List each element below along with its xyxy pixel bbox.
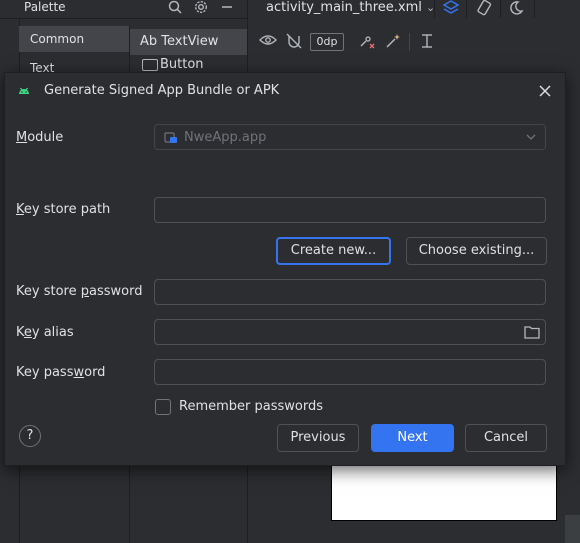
dialog-title: Generate Signed App Bundle or APK [44, 83, 280, 98]
chevron-down-icon [526, 130, 536, 144]
module-label: Module [16, 130, 64, 145]
tab-divider [434, 0, 435, 18]
toolbar-divider [409, 33, 410, 51]
default-margin-field[interactable]: 0dp [310, 33, 344, 51]
keystore-password-field[interactable] [154, 279, 546, 305]
eye-icon[interactable] [259, 33, 277, 51]
settings-icon[interactable] [193, 0, 209, 16]
module-value: NweApp.app [184, 130, 267, 145]
close-icon[interactable] [536, 83, 554, 101]
magic-wand-icon[interactable] [384, 33, 402, 51]
palette-title: Palette [24, 0, 66, 14]
guidelines-icon[interactable] [418, 33, 436, 51]
remember-passwords-label[interactable]: Remember passwords [179, 399, 323, 414]
magnet-off-icon[interactable] [285, 33, 303, 51]
key-alias-label: Key alias [16, 325, 74, 340]
create-new-button[interactable]: Create new... [276, 237, 391, 265]
category-common[interactable]: Common [19, 26, 129, 52]
tab-divider [534, 0, 535, 18]
scrollbar[interactable] [565, 515, 580, 543]
button-widget-icon [142, 59, 158, 71]
module-icon [164, 130, 178, 144]
search-icon[interactable] [167, 0, 183, 16]
keystore-path-label: Key store path [16, 202, 111, 217]
key-password-label: Key password [16, 365, 106, 380]
remember-passwords-checkbox[interactable] [155, 399, 171, 415]
key-password-field[interactable] [154, 359, 546, 385]
next-button[interactable]: Next [371, 424, 454, 452]
previous-button[interactable]: Previous [277, 424, 359, 452]
layout-preview [331, 460, 557, 521]
choose-existing-button[interactable]: Choose existing... [406, 237, 547, 265]
file-tab[interactable]: activity_main_three.xml ⌄ [266, 0, 435, 15]
folder-icon[interactable] [524, 325, 540, 339]
minimize-icon[interactable] [219, 0, 235, 16]
orientation-icon[interactable] [475, 0, 493, 18]
keystore-path-field[interactable] [154, 197, 546, 223]
file-tab-label: activity_main_three.xml [266, 0, 422, 15]
help-icon[interactable]: ? [19, 425, 41, 447]
layers-icon[interactable] [442, 0, 462, 18]
tab-divider [500, 0, 501, 18]
clear-constraints-icon[interactable] [358, 33, 376, 51]
android-icon [17, 84, 31, 98]
cancel-button[interactable]: Cancel [465, 424, 547, 452]
night-mode-icon[interactable] [508, 0, 526, 18]
keystore-password-label: Key store password [16, 284, 143, 299]
key-alias-field[interactable] [154, 319, 546, 345]
tab-divider [466, 0, 467, 18]
